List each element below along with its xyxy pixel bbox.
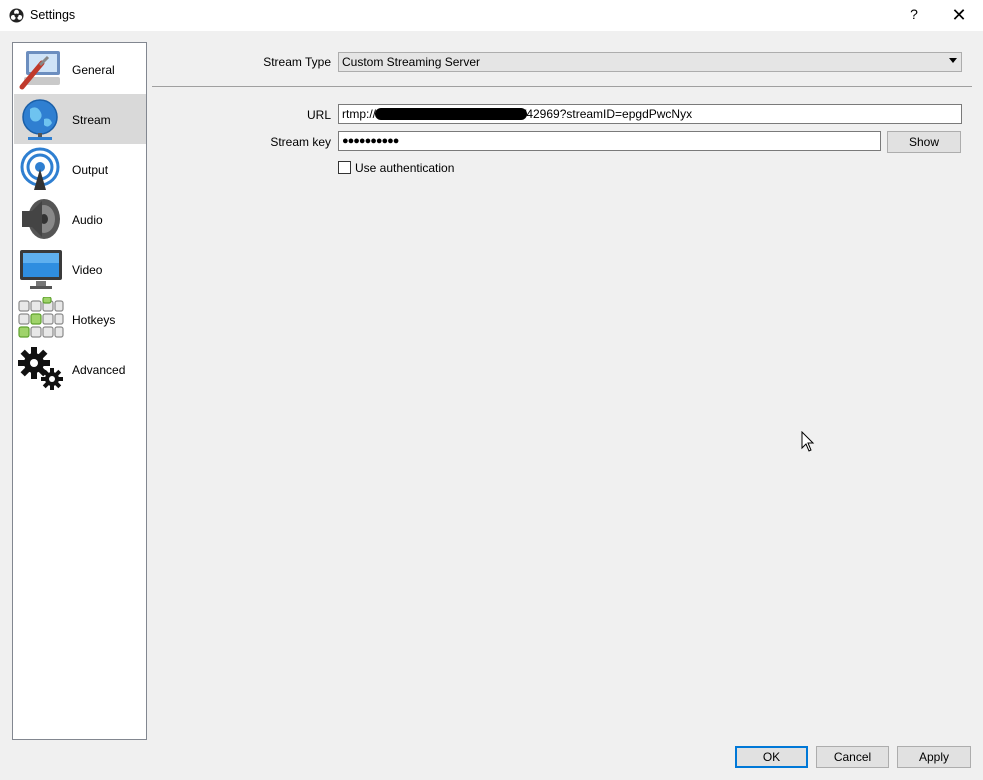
- sidebar-item-advanced[interactable]: Advanced: [14, 344, 146, 394]
- url-redaction: [459, 108, 527, 120]
- mouse-cursor-icon: [801, 431, 815, 452]
- sidebar-item-label: Advanced: [72, 363, 126, 377]
- sidebar-item-label: Video: [72, 263, 103, 277]
- url-label: URL: [306, 108, 331, 122]
- sidebar-item-label: Hotkeys: [72, 313, 116, 327]
- cancel-button[interactable]: Cancel: [816, 746, 889, 768]
- general-icon: [19, 51, 60, 90]
- stream-key-label: Stream key: [270, 135, 331, 149]
- sidebar-item-label: Output: [72, 163, 109, 177]
- window-title: Settings: [30, 8, 76, 22]
- sidebar-item-stream[interactable]: Stream: [14, 94, 146, 144]
- help-button[interactable]: ?: [903, 6, 925, 26]
- obs-logo-icon: [9, 8, 24, 23]
- stream-type-select[interactable]: Custom Streaming Server: [338, 52, 962, 72]
- gears-icon: [18, 347, 63, 390]
- section-divider: [152, 86, 972, 87]
- url-input[interactable]: rtmp:// /42969?streamID=epgdPwcNyx: [338, 104, 962, 124]
- speaker-icon: [22, 199, 60, 239]
- sidebar-item-general[interactable]: General: [14, 44, 146, 94]
- settings-sidebar: General Stream Output Audio Video Hotkey…: [12, 42, 147, 740]
- stream-type-label: Stream Type: [263, 55, 331, 69]
- apply-button[interactable]: Apply: [897, 746, 971, 768]
- sidebar-item-label: Stream: [72, 113, 111, 127]
- use-authentication-label[interactable]: Use authentication: [355, 161, 454, 175]
- sidebar-item-video[interactable]: Video: [14, 244, 146, 294]
- output-broadcast-icon: [20, 147, 60, 190]
- url-suffix: /42969?streamID=epgdPwcNyx: [523, 107, 693, 121]
- sidebar-item-audio[interactable]: Audio: [14, 194, 146, 244]
- url-prefix: rtmp://: [342, 107, 377, 121]
- stream-key-value: ●●●●●●●●●●: [342, 135, 399, 147]
- show-key-button[interactable]: Show: [887, 131, 961, 153]
- sidebar-item-label: Audio: [72, 213, 103, 227]
- sidebar-item-hotkeys[interactable]: Hotkeys: [14, 294, 146, 344]
- close-button[interactable]: ✕: [947, 4, 971, 26]
- sidebar-item-output[interactable]: Output: [14, 144, 146, 194]
- chevron-down-icon: [949, 58, 957, 63]
- keyboard-icon: [18, 297, 64, 338]
- stream-type-value: Custom Streaming Server: [342, 55, 481, 69]
- ok-button[interactable]: OK: [735, 746, 808, 768]
- title-bar: Settings ? ✕: [0, 0, 983, 31]
- monitor-icon: [20, 250, 62, 289]
- sidebar-item-label: General: [72, 63, 115, 77]
- stream-globe-icon: [22, 99, 58, 140]
- use-authentication-checkbox[interactable]: [338, 161, 351, 174]
- stream-key-input[interactable]: ●●●●●●●●●●: [338, 131, 881, 151]
